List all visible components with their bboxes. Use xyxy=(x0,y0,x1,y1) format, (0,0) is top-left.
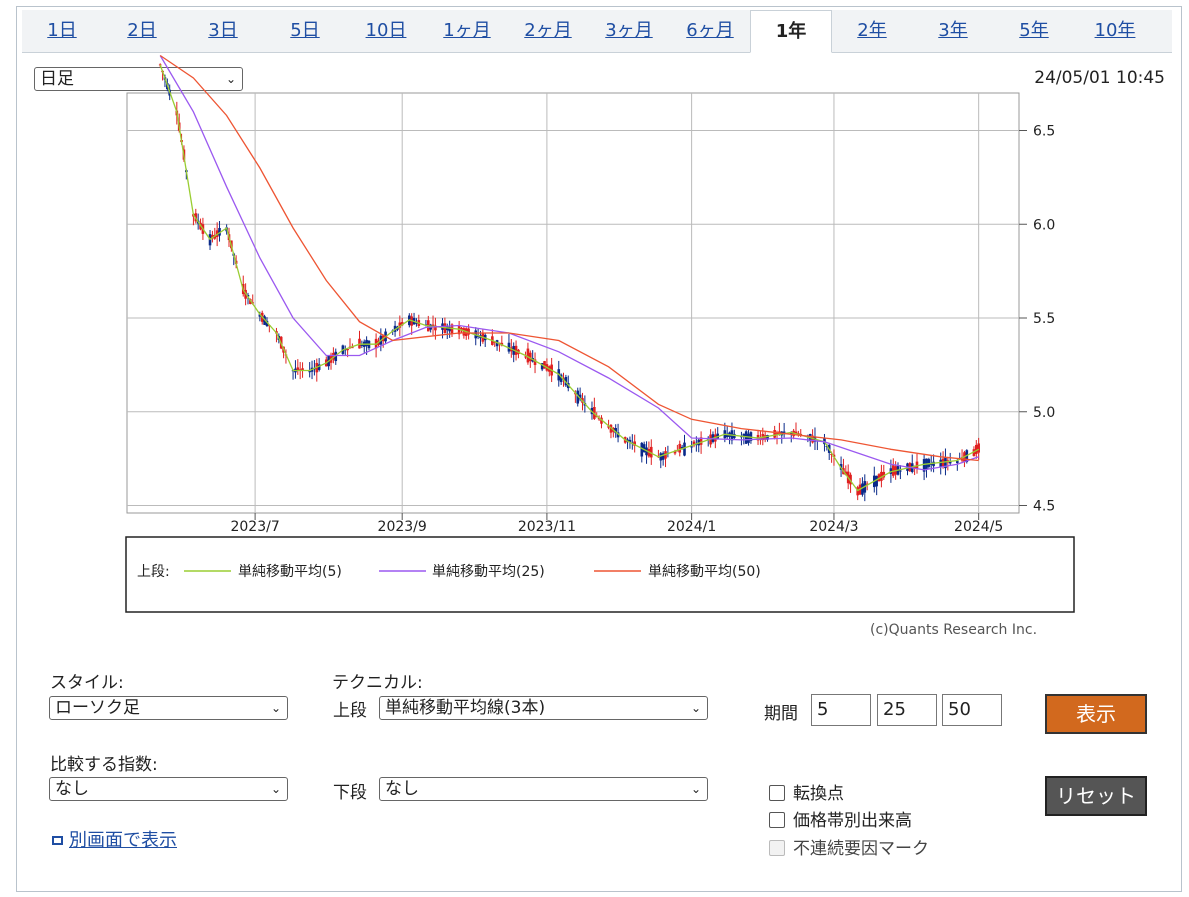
plot-area xyxy=(126,92,1020,514)
candle-body xyxy=(773,430,776,438)
upper-technical-value: 単純移動平均線(3本) xyxy=(385,698,546,718)
copyright: (c)Quants Research Inc. xyxy=(870,622,1038,638)
y-tick-label: 4.5 xyxy=(1033,499,1055,515)
candle-body xyxy=(939,459,943,468)
candle-body xyxy=(462,328,466,336)
candle-body xyxy=(365,339,368,347)
checkbox-turning-point[interactable]: 転換点 xyxy=(769,779,844,804)
legend-label-ma5: 単純移動平均(5) xyxy=(238,564,342,580)
new-window-link[interactable]: 別画面で表示 xyxy=(52,826,177,852)
x-tick-label: 2024/3 xyxy=(809,519,858,535)
candle-body xyxy=(747,433,750,443)
period-input-1[interactable]: 5 xyxy=(811,694,871,726)
checkbox-box xyxy=(769,840,785,856)
checkbox-discontinuity-mark: 不連続要因マーク xyxy=(769,834,929,859)
legend-prefix: 上段: xyxy=(137,564,170,580)
candle-body xyxy=(690,446,693,448)
checkbox-label: 不連続要因マーク xyxy=(793,839,929,859)
checkbox-label: 転換点 xyxy=(793,784,844,804)
period-input-2[interactable]: 25 xyxy=(877,694,937,726)
new-window-icon xyxy=(52,836,63,845)
y-tick-label: 5.0 xyxy=(1033,405,1055,421)
checkbox-box[interactable] xyxy=(769,785,785,801)
x-tick-label: 2023/11 xyxy=(518,519,576,535)
checkbox-box[interactable] xyxy=(769,812,785,828)
y-axis: 4.5 5.0 5.5 6.0 6.5 xyxy=(1019,124,1055,515)
candle-body xyxy=(308,371,311,373)
candle-body xyxy=(915,461,919,469)
show-button[interactable]: 表示 xyxy=(1045,694,1147,734)
candle-body xyxy=(875,475,878,487)
period-input-3[interactable]: 50 xyxy=(942,694,1002,726)
x-tick-label: 2023/9 xyxy=(378,519,427,535)
candle-body xyxy=(301,368,304,370)
checkbox-label: 価格帯別出来高 xyxy=(793,811,912,831)
y-tick-label: 6.5 xyxy=(1033,124,1055,140)
x-tick-label: 2024/1 xyxy=(667,519,716,535)
y-tick-label: 6.0 xyxy=(1033,217,1055,233)
chevron-down-icon: ⌄ xyxy=(690,782,701,796)
y-tick-label: 5.5 xyxy=(1033,311,1055,327)
x-tick-label: 2023/7 xyxy=(230,519,279,535)
chevron-down-icon: ⌄ xyxy=(690,701,701,715)
candle-body xyxy=(899,470,902,472)
technical-label: テクニカル: xyxy=(332,673,423,693)
price-chart: 4.5 5.0 5.5 6.0 6.5 2023/7 2023/9 2023/11 2024/… xyxy=(125,54,1075,613)
candle-body xyxy=(977,443,980,453)
style-label: スタイル: xyxy=(50,673,124,693)
chevron-down-icon: ⌄ xyxy=(270,701,281,715)
candle-body xyxy=(526,348,530,363)
upper-technical-select[interactable]: 単純移動平均線(3本) ⌄ xyxy=(379,696,708,720)
x-tick-label: 2024/5 xyxy=(954,519,1003,535)
new-window-link-label: 別画面で表示 xyxy=(69,830,177,851)
compare-label: 比較する指数: xyxy=(50,755,158,775)
compare-select-value: なし xyxy=(55,779,89,799)
candle-body xyxy=(744,431,748,444)
upper-label: 上段 xyxy=(333,701,367,721)
checkbox-volume-by-price[interactable]: 価格帯別出来高 xyxy=(769,806,912,831)
compare-select[interactable]: なし ⌄ xyxy=(49,777,288,801)
lower-technical-select[interactable]: なし ⌄ xyxy=(379,777,708,801)
legend-label-ma25: 単純移動平均(25) xyxy=(432,564,545,580)
chevron-down-icon: ⌄ xyxy=(270,782,281,796)
style-select-value: ローソク足 xyxy=(55,698,140,718)
candle-body xyxy=(640,442,644,457)
lower-technical-value: なし xyxy=(385,779,419,799)
style-select[interactable]: ローソク足 ⌄ xyxy=(49,696,288,720)
candle-body xyxy=(683,442,686,456)
period-label: 期間 xyxy=(764,704,798,724)
legend-label-ma50: 単純移動平均(50) xyxy=(648,564,761,580)
candle-body xyxy=(678,443,682,453)
reset-button[interactable]: リセット xyxy=(1045,776,1147,816)
candle-body xyxy=(642,444,646,453)
lower-label: 下段 xyxy=(333,783,367,803)
x-axis: 2023/7 2023/9 2023/11 2024/1 2024/3 2024/5 xyxy=(230,513,1003,535)
